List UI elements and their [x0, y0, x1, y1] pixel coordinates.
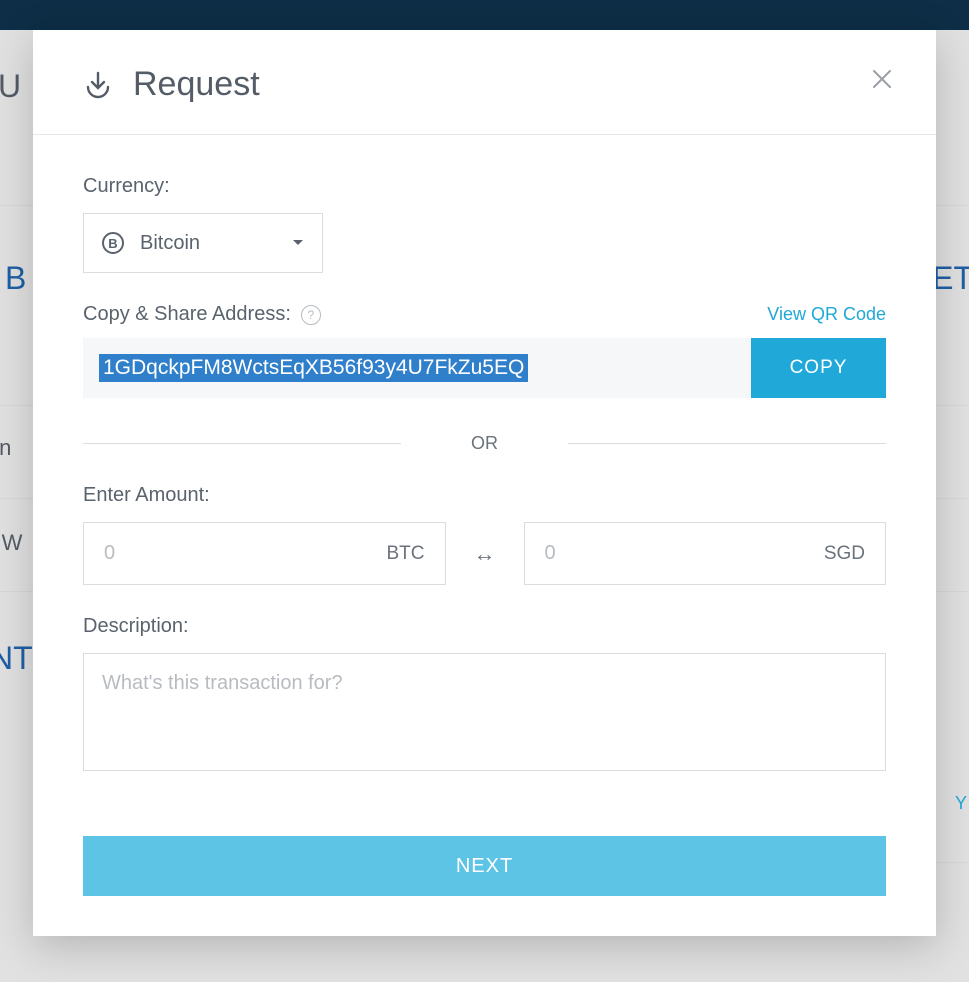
or-text: OR — [401, 433, 568, 454]
top-bar — [0, 0, 969, 30]
modal-body: Currency: B Bitcoin Copy & Share Address… — [33, 135, 936, 936]
next-button[interactable]: NEXT — [83, 836, 886, 896]
amount-btc-input[interactable] — [104, 542, 387, 565]
bg-text: oin — [0, 435, 11, 461]
close-button[interactable] — [868, 65, 896, 93]
amount-sgd-unit: SGD — [824, 543, 865, 565]
bg-text: er W — [0, 530, 22, 556]
description-section: Description: — [83, 615, 886, 776]
amount-sgd-input[interactable] — [545, 542, 824, 565]
address-label: Copy & Share Address: ? — [83, 303, 321, 326]
currency-label: Currency: — [83, 175, 886, 198]
amount-btc-unit: BTC — [387, 543, 425, 565]
currency-selected: Bitcoin — [140, 232, 200, 255]
request-modal: Request Currency: B Bitcoin Copy & Share… — [33, 30, 936, 936]
receive-icon — [83, 70, 113, 100]
or-divider: OR — [83, 433, 886, 454]
address-label-text: Copy & Share Address: — [83, 303, 291, 326]
bg-text: B — [5, 260, 26, 297]
bg-text: U — [0, 68, 21, 105]
amount-section: Enter Amount: BTC ↔ SGD — [83, 484, 886, 585]
divider-line — [83, 443, 401, 444]
bg-text: Y — [955, 793, 967, 814]
chevron-down-icon — [292, 234, 304, 252]
address-text: 1GDqckpFM8WctsEqXB56f93y4U7FkZu5EQ — [99, 354, 528, 382]
modal-title: Request — [133, 65, 260, 104]
help-icon[interactable]: ? — [301, 305, 321, 325]
amount-label: Enter Amount: — [83, 484, 886, 507]
bitcoin-icon: B — [102, 232, 124, 254]
description-label: Description: — [83, 615, 886, 638]
bg-text: ET — [932, 260, 969, 297]
divider-line — [568, 443, 886, 444]
address-section: Copy & Share Address: ? View QR Code 1GD… — [83, 303, 886, 398]
copy-button[interactable]: COPY — [751, 338, 886, 398]
bg-text: NT — [0, 640, 33, 677]
address-value[interactable]: 1GDqckpFM8WctsEqXB56f93y4U7FkZu5EQ — [83, 338, 751, 398]
view-qr-link[interactable]: View QR Code — [767, 304, 886, 325]
swap-icon[interactable]: ↔ — [474, 541, 496, 567]
modal-header: Request — [33, 30, 936, 135]
address-box: 1GDqckpFM8WctsEqXB56f93y4U7FkZu5EQ COPY — [83, 338, 886, 398]
amount-sgd-wrap: SGD — [524, 522, 887, 585]
amount-btc-wrap: BTC — [83, 522, 446, 585]
description-input[interactable] — [83, 653, 886, 771]
currency-dropdown[interactable]: B Bitcoin — [83, 213, 323, 273]
currency-section: Currency: B Bitcoin — [83, 175, 886, 273]
